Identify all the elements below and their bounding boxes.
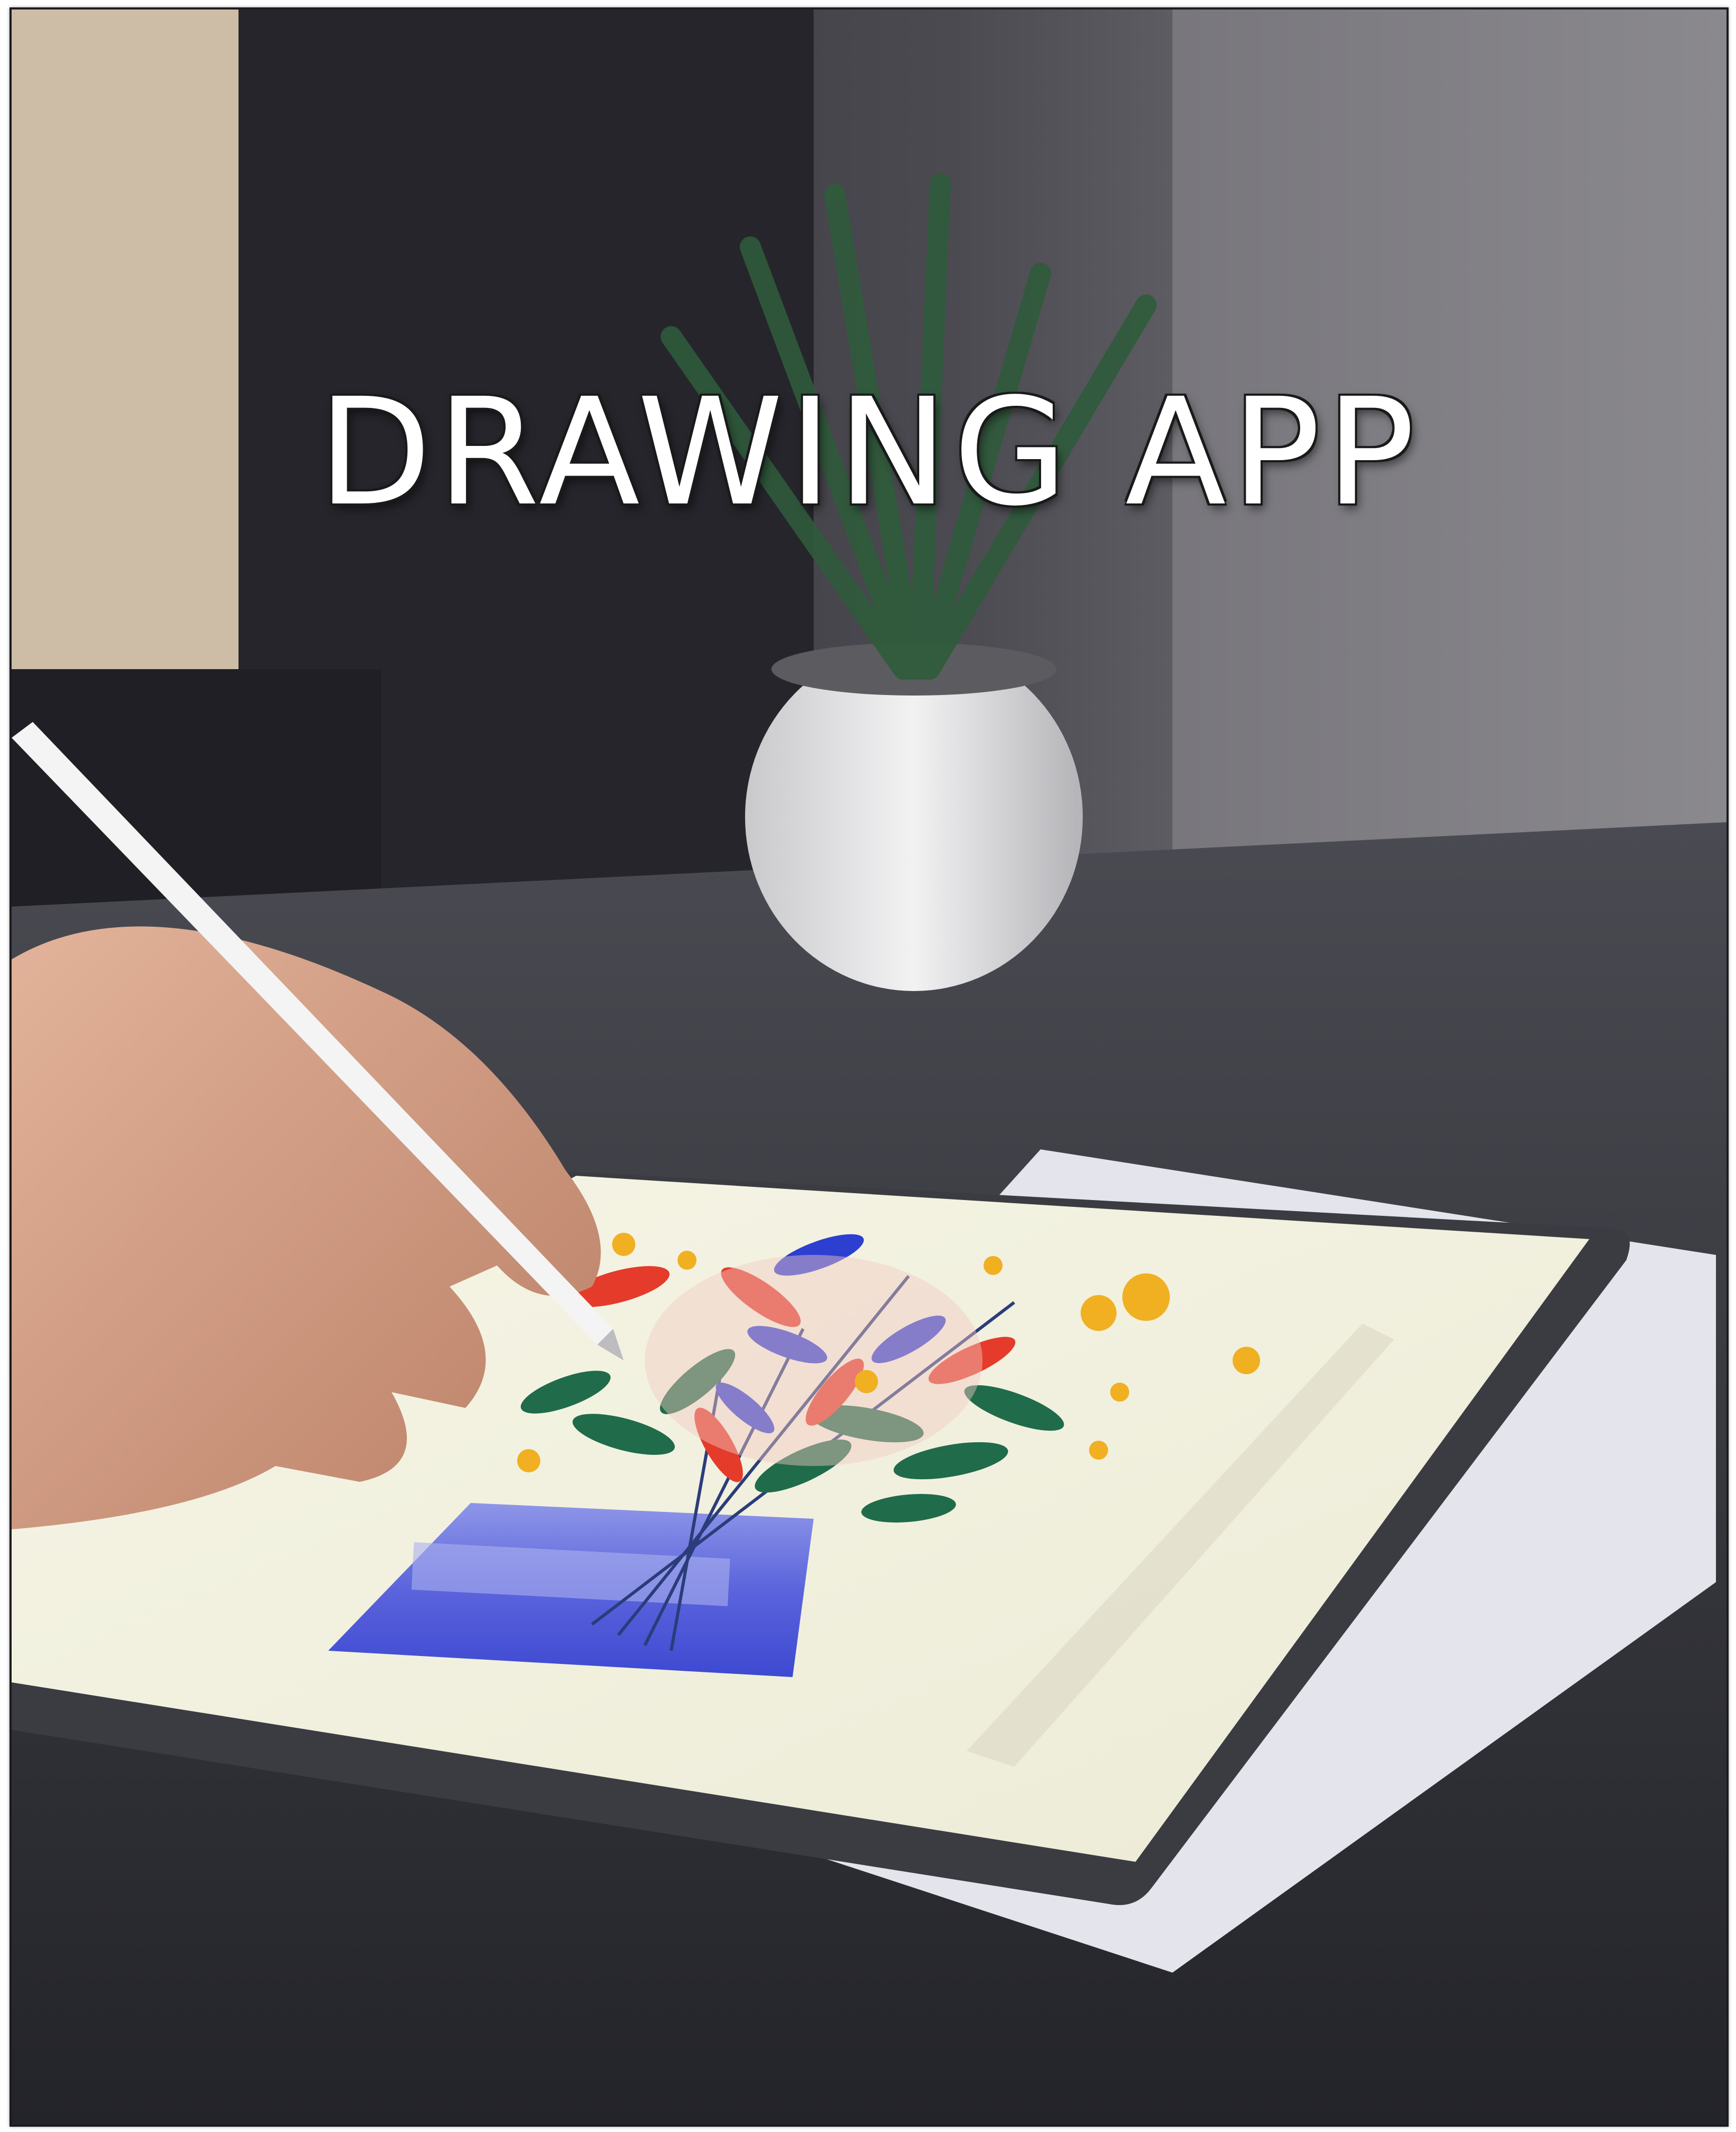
poster-title: DRAWING APP xyxy=(318,367,1420,539)
photo-illustration xyxy=(12,9,1727,2125)
photo-frame: DRAWING APP xyxy=(9,7,1729,2127)
